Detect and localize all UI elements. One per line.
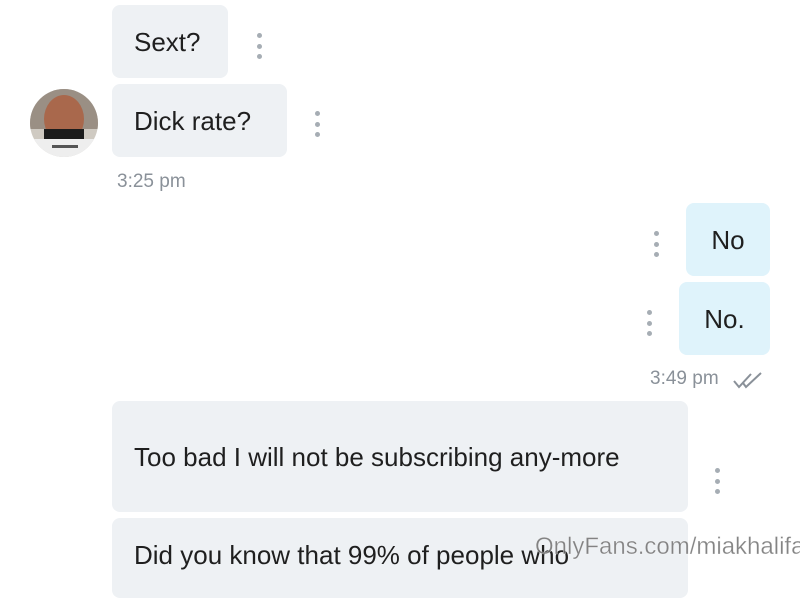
double-check-icon	[733, 372, 762, 389]
message-options-icon[interactable]	[312, 111, 322, 137]
message-timestamp: 3:49 pm	[650, 368, 719, 389]
avatar-photo	[30, 89, 98, 157]
incoming-message-bubble[interactable]: Dick rate?	[112, 84, 287, 157]
outgoing-message-bubble[interactable]: No.	[679, 282, 770, 355]
message-options-icon[interactable]	[712, 468, 722, 494]
message-text: Dick rate?	[134, 105, 252, 136]
message-text: No	[711, 224, 745, 255]
message-text: Too bad I will not be subscribing any-mo…	[134, 441, 620, 472]
sender-avatar[interactable]	[30, 89, 98, 157]
message-timestamp: 3:25 pm	[117, 171, 186, 192]
outgoing-message-bubble[interactable]: No	[686, 203, 770, 276]
incoming-message-bubble[interactable]: Too bad I will not be subscribing any-mo…	[112, 401, 688, 512]
message-text: Sext?	[134, 26, 201, 57]
watermark-text: OnlyFans.com/miakhalifa	[535, 533, 800, 561]
message-options-icon[interactable]	[651, 231, 661, 257]
message-options-icon[interactable]	[644, 310, 654, 336]
message-text: Did you know that 99% of people who	[134, 540, 570, 570]
message-options-icon[interactable]	[254, 33, 264, 59]
incoming-message-bubble[interactable]: Sext?	[112, 5, 228, 78]
message-text: No.	[704, 303, 745, 334]
